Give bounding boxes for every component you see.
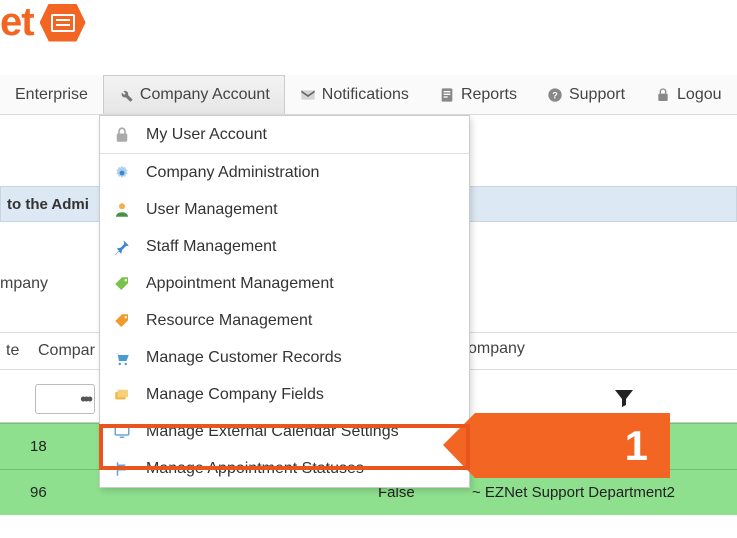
menu-staff-management[interactable]: Staff Management (100, 228, 469, 265)
row-id: 18 (0, 438, 98, 455)
pin-icon (112, 237, 132, 257)
menu-manage-customer-records[interactable]: Manage Customer Records (100, 339, 469, 376)
tag-green-icon (112, 274, 132, 294)
menu-my-user-account[interactable]: My User Account (100, 116, 469, 154)
svg-text:?: ? (552, 90, 558, 100)
company-account-dropdown: My User Account Company Administration U… (99, 115, 470, 488)
nav-label: Support (569, 86, 625, 104)
menu-label: Company Administration (146, 164, 319, 182)
menu-label: Appointment Management (146, 275, 334, 293)
lock-icon (112, 125, 132, 145)
menu-user-management[interactable]: User Management (100, 191, 469, 228)
tag-orange-icon (112, 311, 132, 331)
top-navigation: Enterprise Company Account Notifications… (0, 75, 737, 115)
menu-label: Manage External Calendar Settings (146, 423, 399, 441)
menu-resource-management[interactable]: Resource Management (100, 302, 469, 339)
folders-icon (112, 385, 132, 405)
nav-company-account[interactable]: Company Account (103, 75, 285, 114)
nav-notifications[interactable]: Notifications (285, 75, 424, 114)
menu-label: My User Account (146, 126, 267, 144)
menu-label: Staff Management (146, 238, 276, 256)
nav-label: Logou (677, 86, 722, 104)
help-icon: ? (547, 87, 563, 103)
logo-text: et (0, 0, 34, 45)
person-icon (112, 200, 132, 220)
ellipsis-icon: ••• (80, 389, 90, 410)
menu-manage-external-calendar-settings[interactable]: Manage External Calendar Settings (100, 413, 469, 450)
menu-label: Manage Customer Records (146, 349, 342, 367)
lock-icon (655, 87, 671, 103)
logo-badge-icon (40, 4, 86, 42)
flag-icon (112, 459, 132, 479)
nav-logout[interactable]: Logou (640, 75, 737, 114)
banner-text: to the Admi (7, 196, 89, 213)
callout-number: 1 (625, 422, 648, 470)
company-label-fragment: mpany (0, 275, 48, 293)
filter-funnel-button[interactable] (612, 386, 642, 412)
menu-manage-company-fields[interactable]: Manage Company Fields (100, 376, 469, 413)
app-logo: et (0, 0, 86, 45)
report-icon (439, 87, 455, 103)
col-header-1[interactable]: te (6, 342, 28, 360)
menu-company-administration[interactable]: Company Administration (100, 154, 469, 191)
envelope-icon (300, 87, 316, 103)
menu-appointment-management[interactable]: Appointment Management (100, 265, 469, 302)
filter-input[interactable]: ••• (35, 384, 95, 414)
nav-label: Reports (461, 86, 517, 104)
menu-manage-appointment-statuses[interactable]: Manage Appointment Statuses (100, 450, 469, 487)
nav-label: Enterprise (15, 86, 88, 104)
nav-label: Notifications (322, 86, 409, 104)
monitor-icon (112, 422, 132, 442)
menu-label: Manage Appointment Statuses (146, 460, 364, 478)
wrench-icon (118, 87, 134, 103)
nav-label: Company Account (140, 86, 270, 104)
menu-label: Manage Company Fields (146, 386, 324, 404)
nav-enterprise[interactable]: Enterprise (0, 75, 103, 114)
row-name: ~ EZNet Support Department2 (472, 484, 737, 501)
row-id: 96 (0, 484, 98, 501)
tutorial-callout: 1 (475, 413, 670, 478)
col-header-2[interactable]: Compar (38, 342, 95, 360)
cart-icon (112, 348, 132, 368)
col-header-company[interactable]: ompany (468, 340, 525, 358)
nav-support[interactable]: ? Support (532, 75, 640, 114)
menu-label: User Management (146, 201, 278, 219)
gear-icon (112, 163, 132, 183)
menu-label: Resource Management (146, 312, 312, 330)
nav-reports[interactable]: Reports (424, 75, 532, 114)
